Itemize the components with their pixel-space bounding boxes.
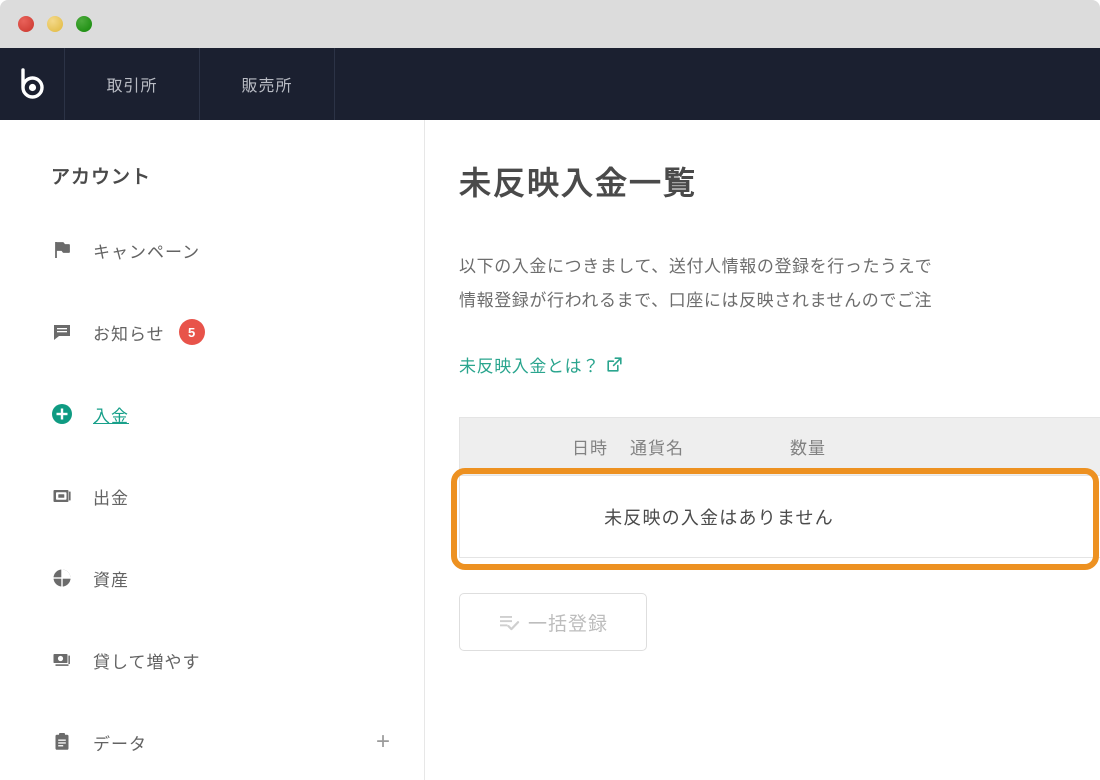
help-link-what-is-unreflected-deposit[interactable]: 未反映入金とは？ (459, 352, 623, 377)
help-link-label: 未反映入金とは？ (459, 352, 600, 377)
sidebar-item-campaign[interactable]: キャンペーン (0, 229, 424, 271)
empty-state-message: 未反映の入金はありません (604, 504, 1014, 530)
banknotes-icon (51, 649, 73, 671)
sidebar-heading: アカウント (0, 162, 424, 189)
sidebar-item-withdrawal[interactable]: 出金 (0, 475, 424, 517)
flag-icon (51, 239, 73, 261)
sidebar-item-label: 出金 (93, 484, 129, 509)
pie-chart-icon (51, 567, 73, 589)
close-window-button[interactable] (18, 16, 34, 32)
sidebar: アカウント キャンペーン お知らせ 5 (0, 120, 425, 780)
sidebar-item-data[interactable]: データ + (0, 721, 424, 763)
message-icon (51, 321, 73, 343)
status-badge: 5 (179, 319, 205, 345)
sidebar-item-label: 資産 (93, 566, 129, 591)
expand-data-icon[interactable]: + (376, 730, 390, 754)
description-line: 情報登録が行われるまで、口座には反映されませんのでご注 (459, 284, 1100, 318)
top-navigation-bar: 取引所 販売所 (0, 48, 1100, 120)
sidebar-item-assets[interactable]: 資産 (0, 557, 424, 599)
page-title: 未反映入金一覧 (459, 158, 1100, 204)
tab-sales-office[interactable]: 販売所 (200, 48, 335, 120)
sidebar-item-label: データ (93, 730, 147, 755)
table-empty-state-row: 未反映の入金はありません (459, 476, 1100, 558)
tab-exchange-label: 取引所 (106, 72, 157, 96)
bitbank-logo[interactable] (0, 48, 65, 120)
table-header-row: 日時 通貨名 数量 (459, 417, 1100, 476)
sidebar-item-lending[interactable]: 貸して増やす (0, 639, 424, 681)
tab-sales-office-label: 販売所 (241, 72, 292, 96)
plus-circle-icon (51, 403, 73, 425)
maximize-window-button[interactable] (76, 16, 92, 32)
column-header-datetime[interactable]: 日時 (460, 434, 630, 459)
column-header-currency[interactable]: 通貨名 (630, 434, 790, 459)
clipboard-icon (51, 731, 73, 753)
tab-exchange[interactable]: 取引所 (65, 48, 200, 120)
unreflected-deposits-table: 日時 通貨名 数量 未反映の入金はありません (459, 417, 1100, 558)
sidebar-item-deposit[interactable]: 入金 (0, 393, 424, 435)
window-title-bar (0, 0, 1100, 48)
sidebar-item-notifications[interactable]: お知らせ 5 (0, 311, 424, 353)
bulk-register-button[interactable]: 一括登録 (459, 593, 647, 651)
column-header-amount[interactable]: 数量 (790, 434, 950, 459)
minimize-window-button[interactable] (47, 16, 63, 32)
playlist-add-check-icon (498, 610, 522, 634)
sidebar-item-label: 貸して増やす (93, 648, 201, 673)
page-description: 以下の入金につきまして、送付人情報の登録を行ったうえで 情報登録が行われるまで、… (459, 250, 1100, 318)
sidebar-item-label: 入金 (93, 402, 129, 427)
main-content: 未反映入金一覧 以下の入金につきまして、送付人情報の登録を行ったうえで 情報登録… (425, 120, 1100, 780)
card-icon (51, 485, 73, 507)
sidebar-item-label: キャンペーン (93, 238, 200, 263)
bitbank-logo-icon (17, 68, 47, 100)
bulk-register-label: 一括登録 (528, 609, 608, 636)
sidebar-item-label: お知らせ (93, 320, 165, 345)
app-body: アカウント キャンペーン お知らせ 5 (0, 120, 1100, 780)
description-line: 以下の入金につきまして、送付人情報の登録を行ったうえで (459, 250, 1100, 284)
external-link-icon (606, 356, 623, 373)
